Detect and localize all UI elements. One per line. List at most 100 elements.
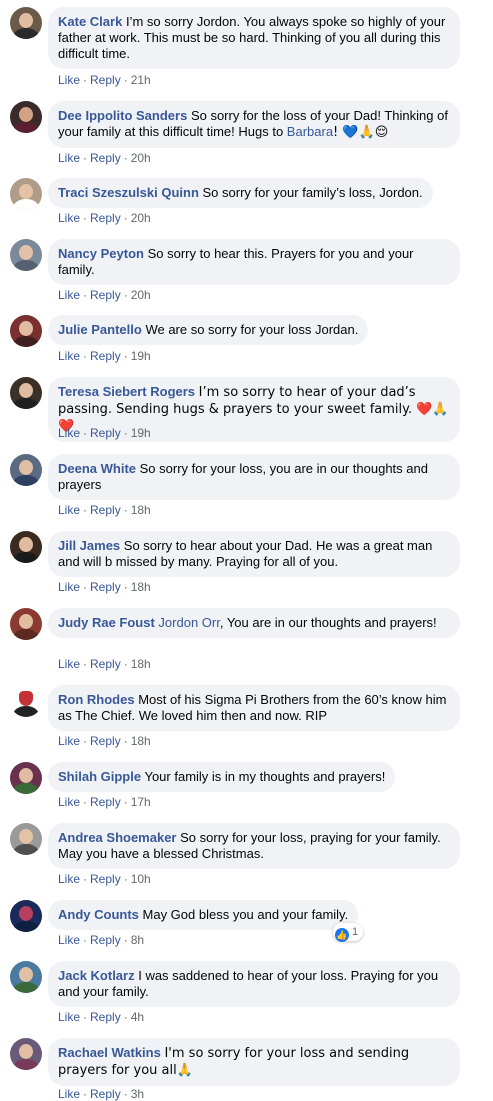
- reply-link[interactable]: Reply: [90, 580, 121, 594]
- avatar[interactable]: [10, 178, 42, 210]
- like-link[interactable]: Like: [58, 211, 80, 225]
- reply-link[interactable]: Reply: [90, 503, 121, 517]
- comment-author[interactable]: Judy Rae Foust: [58, 615, 155, 630]
- reply-link[interactable]: Reply: [90, 1010, 121, 1024]
- comment-bubble: Andrea Shoemaker So sorry for your loss,…: [48, 823, 460, 869]
- comment-time[interactable]: 18h: [131, 580, 151, 594]
- comment-bubble: Deena White So sorry for your loss, you …: [48, 454, 460, 500]
- reply-link[interactable]: Reply: [90, 1087, 121, 1101]
- reply-link[interactable]: Reply: [90, 933, 121, 947]
- avatar[interactable]: [10, 961, 42, 993]
- reply-link[interactable]: Reply: [90, 73, 121, 87]
- comment-author[interactable]: Kate Clark: [58, 14, 122, 29]
- comment-actions: Like · Reply · 8h: [58, 933, 145, 947]
- comment-text: May God bless you and your family.: [142, 907, 349, 922]
- avatar[interactable]: [10, 900, 42, 932]
- comment-author[interactable]: Ron Rhodes: [58, 692, 135, 707]
- comment-author[interactable]: Rachael Watkins: [58, 1045, 161, 1060]
- reply-link[interactable]: Reply: [90, 795, 121, 809]
- comment-author[interactable]: Dee Ippolito Sanders: [58, 108, 187, 123]
- comment-time[interactable]: 21h: [131, 73, 151, 87]
- reaction-count[interactable]: 👍 1: [333, 923, 364, 942]
- avatar[interactable]: [10, 7, 42, 39]
- reply-link[interactable]: Reply: [90, 734, 121, 748]
- comment-author[interactable]: Jack Kotlarz: [58, 968, 135, 983]
- comment-actions: Like · Reply · 20h: [58, 151, 151, 165]
- comment-text: Your family is in my thoughts and prayer…: [144, 769, 386, 784]
- avatar[interactable]: [10, 1038, 42, 1070]
- avatar[interactable]: [10, 762, 42, 794]
- comment-actions: Like · Reply · 20h: [58, 211, 151, 225]
- comment-time[interactable]: 20h: [131, 151, 151, 165]
- comment-actions: Like · Reply · 4h: [58, 1010, 145, 1024]
- comment-mention[interactable]: Barbara: [287, 124, 333, 139]
- like-link[interactable]: Like: [58, 73, 80, 87]
- avatar[interactable]: [10, 823, 42, 855]
- comment-actions: Like · Reply · 10h: [58, 872, 151, 886]
- like-link[interactable]: Like: [58, 734, 80, 748]
- comment-actions: Like · Reply · 17h: [58, 795, 151, 809]
- comment-author[interactable]: Shilah Gipple: [58, 769, 141, 784]
- like-link[interactable]: Like: [58, 151, 80, 165]
- comment-time[interactable]: 19h: [131, 349, 151, 363]
- comment-text: We are so sorry for your loss Jordan.: [145, 322, 359, 337]
- comment-time[interactable]: 20h: [131, 288, 151, 302]
- comment-author[interactable]: Andy Counts: [58, 907, 139, 922]
- comment-time[interactable]: 18h: [131, 503, 151, 517]
- avatar[interactable]: [10, 608, 42, 640]
- reply-link[interactable]: Reply: [90, 872, 121, 886]
- like-link[interactable]: Like: [58, 288, 80, 302]
- comment-bubble: Dee Ippolito Sanders So sorry for the lo…: [48, 101, 460, 148]
- avatar[interactable]: [10, 239, 42, 271]
- comment-actions: Like · Reply · 21h: [58, 73, 151, 87]
- avatar[interactable]: [10, 315, 42, 347]
- like-link[interactable]: Like: [58, 872, 80, 886]
- comment-bubble: Julie Pantello We are so sorry for your …: [48, 315, 369, 345]
- comment-author[interactable]: Nancy Peyton: [58, 246, 144, 261]
- reply-link[interactable]: Reply: [90, 426, 121, 440]
- comment-author[interactable]: Andrea Shoemaker: [58, 830, 177, 845]
- reply-link[interactable]: Reply: [90, 211, 121, 225]
- comment-text-after: , You are in our thoughts and prayers!: [219, 615, 437, 630]
- avatar[interactable]: [10, 531, 42, 563]
- like-link[interactable]: Like: [58, 426, 80, 440]
- comment-author[interactable]: Deena White: [58, 461, 136, 476]
- like-link[interactable]: Like: [58, 657, 80, 671]
- reply-link[interactable]: Reply: [90, 349, 121, 363]
- comment-mention[interactable]: Jordon Orr: [158, 615, 219, 630]
- comment-actions: Like · Reply · 19h: [58, 426, 151, 440]
- comment-time[interactable]: 19h: [131, 426, 151, 440]
- comment-time[interactable]: 8h: [131, 933, 144, 947]
- comment-time[interactable]: 3h: [131, 1087, 144, 1101]
- comment-time[interactable]: 20h: [131, 211, 151, 225]
- comment-author[interactable]: Traci Szeszulski Quinn: [58, 185, 199, 200]
- comment-author[interactable]: Jill James: [58, 538, 120, 553]
- comment-time[interactable]: 4h: [131, 1010, 144, 1024]
- comment-actions: Like · Reply · 18h: [58, 503, 151, 517]
- comment-author[interactable]: Teresa Siebert Rogers: [58, 384, 195, 399]
- thumbs-up-icon: 👍: [335, 928, 349, 942]
- like-link[interactable]: Like: [58, 349, 80, 363]
- like-link[interactable]: Like: [58, 795, 80, 809]
- reply-link[interactable]: Reply: [90, 151, 121, 165]
- like-link[interactable]: Like: [58, 1087, 80, 1101]
- reply-link[interactable]: Reply: [90, 288, 121, 302]
- comment-author[interactable]: Julie Pantello: [58, 322, 142, 337]
- comment-time[interactable]: 18h: [131, 657, 151, 671]
- reaction-count-value: 1: [352, 926, 359, 938]
- reply-link[interactable]: Reply: [90, 657, 121, 671]
- like-link[interactable]: Like: [58, 1010, 80, 1024]
- avatar[interactable]: [10, 101, 42, 133]
- comment-bubble: Judy Rae Foust Jordon Orr, You are in ou…: [48, 608, 460, 638]
- avatar[interactable]: [10, 454, 42, 486]
- like-link[interactable]: Like: [58, 933, 80, 947]
- comment-time[interactable]: 17h: [131, 795, 151, 809]
- like-link[interactable]: Like: [58, 580, 80, 594]
- comment-actions: Like · Reply · 18h: [58, 734, 151, 748]
- avatar[interactable]: [10, 377, 42, 409]
- avatar[interactable]: [10, 685, 42, 717]
- comment-bubble: Shilah Gipple Your family is in my thoug…: [48, 762, 396, 792]
- comment-time[interactable]: 10h: [131, 872, 151, 886]
- comment-time[interactable]: 18h: [131, 734, 151, 748]
- like-link[interactable]: Like: [58, 503, 80, 517]
